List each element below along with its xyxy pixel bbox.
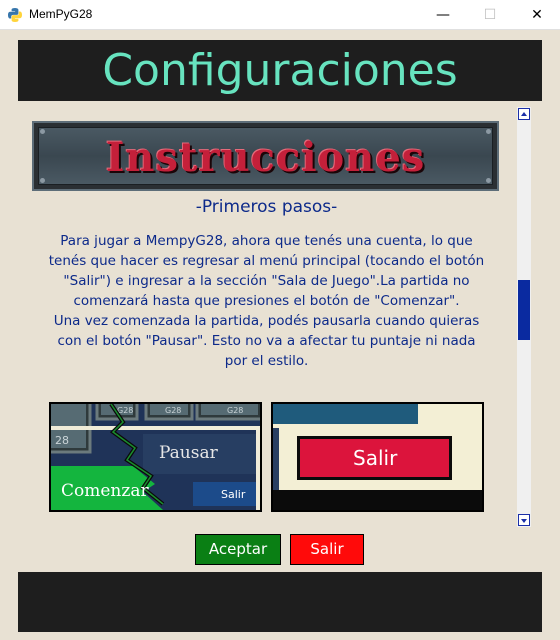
salir-label: Salir — [353, 446, 398, 470]
paragraph-line: Para jugar a MempyG28, ahora que tenés u… — [60, 233, 473, 249]
tile-label: G28 — [165, 406, 181, 415]
exit-button[interactable]: Salir — [290, 534, 364, 565]
banner-plate: Instrucciones — [38, 127, 493, 185]
tile-label: 28 — [55, 434, 69, 447]
scroll-down-icon[interactable] — [518, 514, 530, 526]
pausar-label: Pausar — [159, 443, 219, 463]
comenzar-label: Comenzar — [61, 481, 149, 501]
instructions-banner: Instrucciones — [32, 121, 499, 191]
accept-button[interactable]: Aceptar — [195, 534, 281, 565]
salir-illustration: Salir — [273, 404, 482, 510]
minimize-button[interactable]: — — [420, 0, 466, 30]
section-subtitle: -Primeros pasos- — [195, 197, 338, 217]
paragraph-line: por el estilo. — [224, 353, 309, 369]
paragraph-line: con el botón "Pausar". Esto no va a afec… — [57, 333, 476, 349]
instructions-scroll-area[interactable]: Instrucciones -Primeros pasos- Para juga… — [18, 107, 532, 527]
salir-button-screenshot: Salir — [271, 402, 484, 512]
scroll-up-icon[interactable] — [518, 108, 530, 120]
maximize-button[interactable]: ☐ — [467, 0, 513, 30]
scrollbar-thumb[interactable] — [518, 280, 530, 340]
game-buttons-screenshot: 28 G28 G28 G28 Pausar Comenzar Salir — [49, 402, 262, 512]
window-title: MemPyG28 — [29, 7, 93, 21]
paragraph-line: Una vez comenzada la partida, podés paus… — [53, 313, 480, 329]
bolt-icon — [40, 178, 45, 183]
paragraph-line: "Salir") e ingresar a la sección "Sala d… — [63, 273, 470, 289]
header-bar: Configuraciones — [18, 40, 542, 101]
instructions-paragraph: Para jugar a MempyG28, ahora que tenés u… — [18, 231, 515, 371]
game-buttons-illustration: 28 G28 G28 G28 Pausar Comenzar Salir — [51, 404, 260, 510]
tile-label: G28 — [227, 406, 243, 415]
window-titlebar: MemPyG28 — ☐ ✕ — [0, 0, 560, 30]
banner-title: Instrucciones — [105, 134, 426, 181]
paragraph-line: comenzará hasta que presiones el botón d… — [73, 293, 460, 309]
footer-bar — [18, 572, 542, 632]
vertical-scrollbar[interactable] — [517, 107, 531, 527]
page-title: Configuraciones — [102, 45, 458, 96]
mini-salir-label: Salir — [221, 488, 246, 501]
python-app-icon — [8, 8, 22, 22]
bolt-icon — [40, 129, 45, 134]
close-button[interactable]: ✕ — [514, 0, 560, 30]
paragraph-line: tenés que hacer es regresar al menú prin… — [48, 253, 485, 269]
bolt-icon — [486, 129, 491, 134]
bolt-icon — [486, 178, 491, 183]
